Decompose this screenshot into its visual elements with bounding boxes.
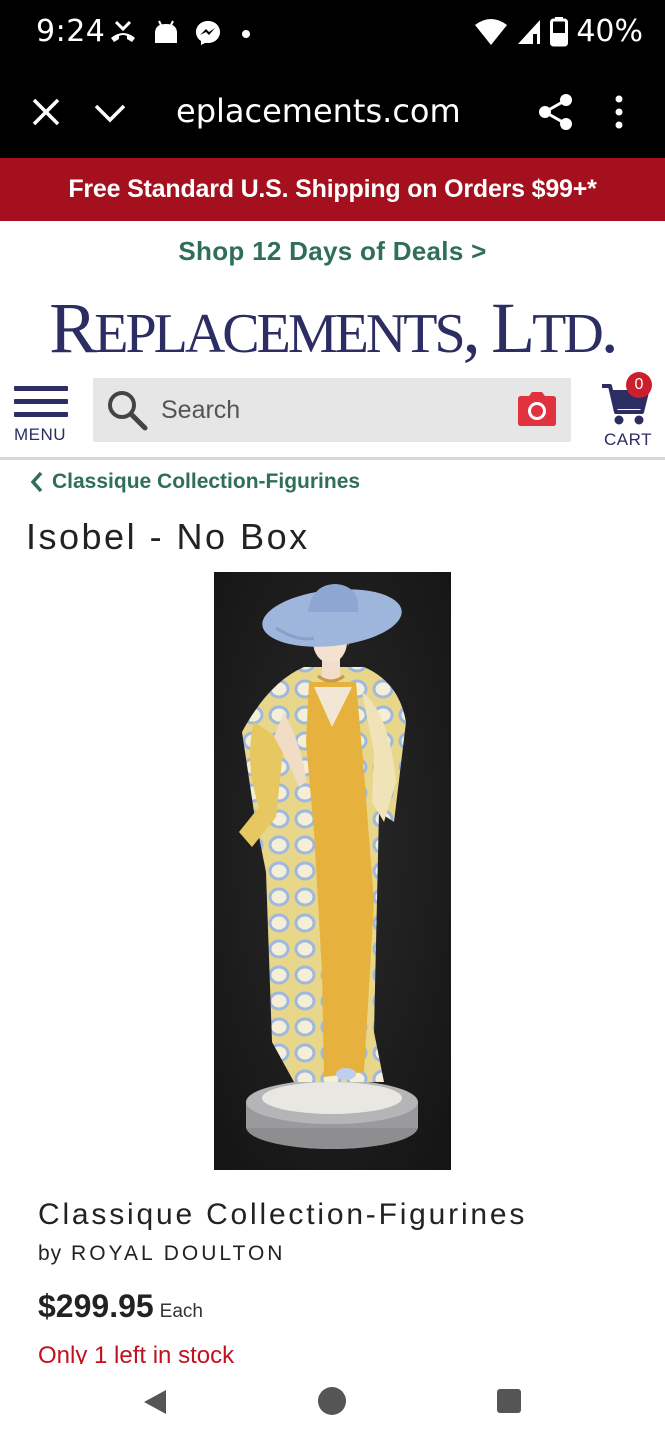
breadcrumb-label[interactable]: Classique Collection-Figurines — [52, 470, 360, 494]
browser-toolbar: eplacements.com — [0, 70, 665, 158]
back-icon[interactable] — [142, 1388, 168, 1416]
cart-button[interactable]: 0 CART — [598, 372, 658, 452]
close-icon[interactable] — [28, 94, 64, 130]
dot-icon — [242, 30, 250, 38]
status-bar: 9:24 40% — [0, 0, 665, 70]
price: $299.95 — [38, 1288, 154, 1324]
figurine-illustration — [214, 572, 451, 1170]
cart-count-badge: 0 — [626, 372, 652, 398]
menu-button[interactable]: MENU — [14, 386, 70, 452]
url-display[interactable]: eplacements.com — [176, 92, 461, 130]
stock-status: Only 1 left in stock — [38, 1340, 638, 1364]
system-nav-bar — [0, 1364, 665, 1440]
hamburger-icon — [14, 386, 70, 417]
price-row: $299.95 Each — [38, 1288, 203, 1325]
camera-icon[interactable] — [517, 390, 557, 428]
share-icon[interactable] — [536, 92, 576, 132]
signal-icon — [518, 19, 541, 44]
brand-line: by ROYAL DOULTON — [38, 1242, 285, 1266]
battery-icon — [550, 16, 569, 46]
battery-percentage: 40% — [576, 14, 643, 49]
header-divider — [0, 457, 665, 460]
deals-link[interactable]: Shop 12 Days of Deals > — [0, 236, 665, 267]
wifi-icon — [475, 18, 508, 45]
messenger-icon — [196, 21, 220, 45]
product-title: Isobel - No Box — [26, 516, 310, 557]
price-unit: Each — [159, 1301, 203, 1322]
notification-icons — [108, 18, 256, 48]
stock-text: Only 1 left in stock — [38, 1342, 235, 1364]
search-icon[interactable] — [105, 388, 149, 432]
menu-label: MENU — [14, 425, 67, 444]
chevron-left-icon — [30, 471, 43, 493]
home-icon[interactable] — [318, 1387, 346, 1415]
by-label: by — [38, 1242, 63, 1265]
chevron-down-icon[interactable] — [92, 96, 128, 132]
cart-label: CART — [604, 430, 652, 449]
system-icons: 40% — [474, 14, 643, 49]
missed-call-icon — [111, 20, 135, 42]
brand-name[interactable]: ROYAL DOULTON — [71, 1242, 285, 1265]
recents-icon[interactable] — [497, 1389, 521, 1413]
status-time: 9:24 — [36, 14, 106, 49]
more-icon[interactable] — [604, 92, 634, 132]
product-image[interactable] — [214, 572, 451, 1170]
breadcrumb[interactable]: Classique Collection-Figurines — [30, 470, 360, 494]
search-bar[interactable] — [93, 378, 571, 442]
site-logo[interactable]: REPLACEMENTS, LTD. — [0, 290, 665, 372]
shipping-banner[interactable]: Free Standard U.S. Shipping on Orders $9… — [0, 158, 665, 221]
android-icon — [155, 20, 177, 43]
collection-name: Classique Collection-Figurines — [38, 1198, 528, 1231]
search-input[interactable] — [161, 378, 491, 442]
